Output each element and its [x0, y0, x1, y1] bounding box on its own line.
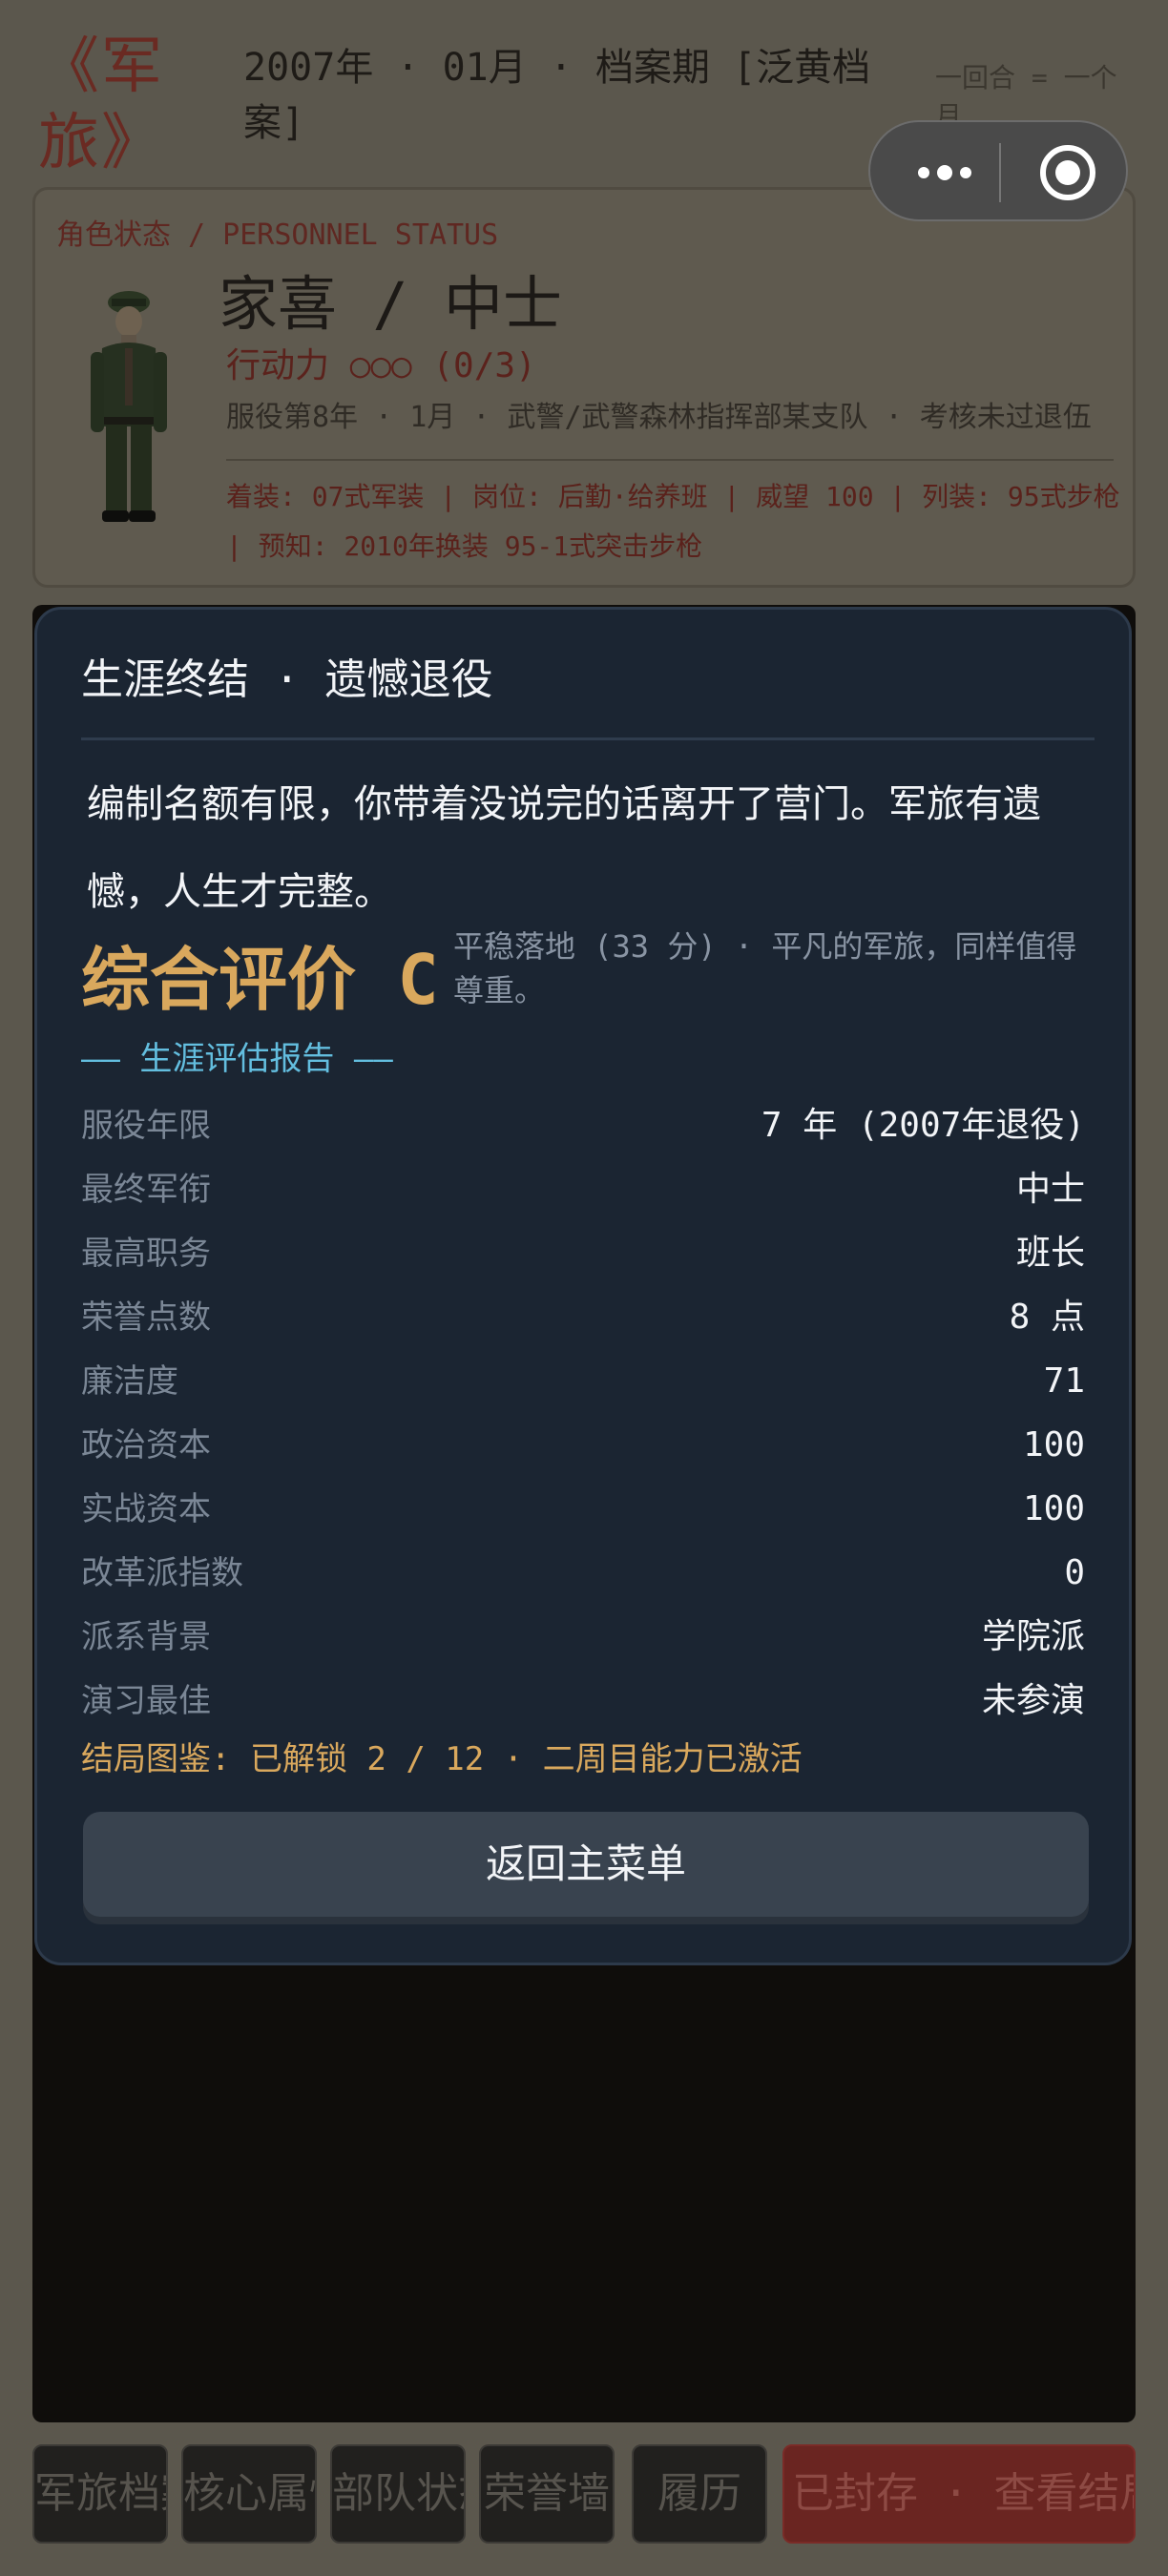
status-divider: [226, 459, 1114, 461]
report-label: 政治资本: [81, 1426, 211, 1465]
miniprogram-capsule: [868, 120, 1128, 221]
soldier-avatar: [91, 291, 167, 522]
report-row: 政治资本 100: [81, 1414, 1085, 1478]
report-value: 7 年 (2007年退役): [761, 1106, 1085, 1145]
service-summary: 服役第8年 · 1月 · 武警/武警森林指挥部某支队 · 考核未过退伍: [226, 401, 1092, 434]
report-label: 派系背景: [81, 1618, 211, 1656]
report-label: 最终军衔: [81, 1171, 211, 1209]
report-heading: —— 生涯评估报告 ——: [81, 1040, 393, 1078]
capsule-divider: [999, 143, 1001, 202]
report-row: 派系背景 学院派: [81, 1606, 1085, 1670]
record-target-icon[interactable]: [1040, 145, 1095, 200]
report-value: 100: [1022, 1489, 1085, 1528]
report-row: 廉洁度 71: [81, 1350, 1085, 1414]
report-value: 8 点: [1009, 1298, 1085, 1337]
tab-core-attributes[interactable]: 核心属性: [181, 2444, 317, 2544]
status-details: 着装: 07式军装 | 岗位: 后勤·给养班 | 威望 100 | 列装: 95…: [226, 481, 1120, 562]
report-row: 实战资本 100: [81, 1478, 1085, 1542]
bottom-nav: 军旅档案 核心属性 部队状态 荣誉墙 履历 已封存 · 查看结局: [32, 2444, 1136, 2549]
tab-honor-wall[interactable]: 荣誉墙: [479, 2444, 615, 2544]
report-value: 100: [1022, 1425, 1085, 1465]
grade-description: 平稳落地 (33 分) · 平凡的军旅，同样值得尊重。: [453, 928, 1077, 1008]
report-row: 最终军衔 中士: [81, 1158, 1085, 1222]
report-label: 实战资本: [81, 1490, 211, 1528]
date-display: 2007年 · 01月 · 档案期 [泛黄档案]: [243, 46, 871, 145]
report-label: 荣誉点数: [81, 1298, 211, 1337]
modal-body-text: 编制名额有限，你带着没说完的话离开了营门。军旅有遗憾，人生才完整。: [87, 782, 1041, 914]
report-label: 廉洁度: [81, 1362, 178, 1401]
report-value: 中士: [1015, 1170, 1085, 1209]
report-value: 学院派: [981, 1617, 1085, 1656]
report-label: 改革派指数: [81, 1554, 243, 1592]
return-main-menu-button[interactable]: 返回主菜单: [83, 1812, 1089, 1917]
ending-collection-status: 结局图鉴: 已解锁 2 / 12 · 二周目能力已激活: [81, 1740, 803, 1778]
report-value: 0: [1064, 1553, 1085, 1592]
action-points: 行动力 ○○○ (0/3): [226, 346, 536, 385]
personnel-status-card: 角色状态 / PERSONNEL STATUS 家喜 / 中士 行动力 ○○○ …: [32, 187, 1136, 588]
tab-unit-status[interactable]: 部队状态: [330, 2444, 466, 2544]
report-value: 71: [1043, 1361, 1085, 1401]
more-dots-icon[interactable]: [907, 151, 983, 195]
game-logo: 《军旅》: [38, 31, 164, 178]
report-row: 荣誉点数 8 点: [81, 1286, 1085, 1350]
report-row: 服役年限 7 年 (2007年退役): [81, 1094, 1085, 1158]
report-label: 服役年限: [81, 1107, 211, 1145]
tab-archive[interactable]: 军旅档案: [32, 2444, 168, 2544]
report-row: 改革派指数 0: [81, 1542, 1085, 1606]
report-value: 班长: [1015, 1234, 1085, 1273]
report-label: 演习最佳: [81, 1682, 211, 1720]
report-label: 最高职务: [81, 1235, 211, 1273]
report-row: 演习最佳 未参演: [81, 1670, 1085, 1734]
career-end-modal: 生涯终结 · 遗憾退役 编制名额有限，你带着没说完的话离开了营门。军旅有遗憾，人…: [34, 607, 1132, 1965]
overall-grade: 综合评价 C: [81, 940, 439, 1020]
career-report-list: 服役年限 7 年 (2007年退役) 最终军衔 中士 最高职务 班长 荣誉点数 8 点 …: [81, 1094, 1085, 1734]
tab-resume[interactable]: 履历: [632, 2444, 767, 2544]
character-name-rank: 家喜 / 中士: [219, 269, 562, 339]
modal-divider: [81, 737, 1095, 740]
status-title: 角色状态 / PERSONNEL STATUS: [56, 218, 499, 252]
report-row: 最高职务 班长: [81, 1222, 1085, 1286]
modal-title: 生涯终结 · 遗憾退役: [81, 655, 493, 704]
report-value: 未参演: [981, 1681, 1085, 1720]
sealed-view-ending-button[interactable]: 已封存 · 查看结局: [782, 2444, 1136, 2544]
